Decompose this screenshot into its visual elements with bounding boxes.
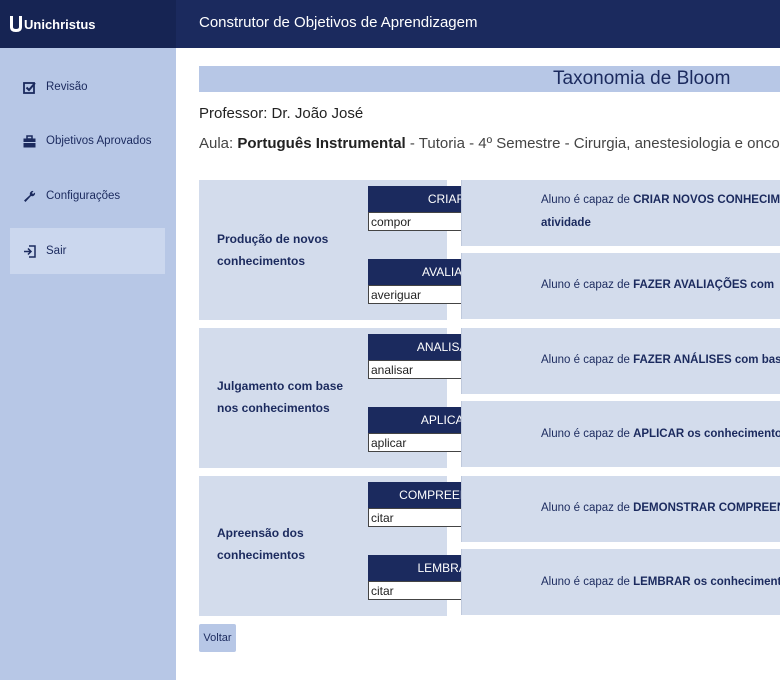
aula-info: Aula: Português Instrumental - Tutoria -… [199, 135, 780, 152]
objective-highlight: FAZER AVALIAÇÕES com [633, 279, 775, 291]
objective-card: Aluno é capaz de APLICAR os conhecimento [461, 401, 780, 467]
objective-prefix: Aluno é capaz de [541, 428, 634, 440]
sidebar-item-label: Sair [46, 245, 67, 257]
aula-details: - Tutoria - 4º Semestre - Cirurgia, anes… [405, 135, 780, 152]
sidebar-item-label: Configurações [46, 190, 121, 202]
verb-select-value: analisar [371, 362, 414, 377]
objective-highlight: LEMBRAR os conheciment [633, 576, 780, 588]
verb-select-value: citar [371, 510, 394, 525]
professor-info: Professor: Dr. João José [199, 105, 364, 122]
wrench-icon [22, 189, 36, 203]
group-label-line: Julgamento com base [217, 379, 344, 393]
aula-subject: Português Instrumental [237, 135, 406, 152]
sidebar-item-objetivos-aprovados[interactable]: Objetivos Aprovados [10, 118, 165, 164]
group-label-line: nos conhecimentos [217, 401, 330, 415]
briefcase-icon [22, 134, 36, 148]
verb-select-value: compor [371, 214, 412, 229]
objective-highlight: DEMONSTRAR COMPREEN [633, 502, 780, 514]
logo-icon [10, 16, 22, 32]
objective-card: Aluno é capaz de CRIAR NOVOS CONHECIM at… [461, 180, 780, 246]
sidebar-item-sair[interactable]: Sair [10, 228, 165, 274]
group-label: Julgamento com base nos conhecimentos [217, 375, 347, 419]
page-title: Taxonomia de Bloom [553, 68, 731, 89]
logout-icon [22, 244, 36, 258]
group-label-line: Produção de novos [217, 232, 329, 246]
objective-text: Aluno é capaz de CRIAR NOVOS CONHECIM [541, 188, 780, 212]
objective-card: Aluno é capaz de FAZER AVALIAÇÕES com [461, 253, 780, 319]
group-label-line: conhecimentos [217, 254, 306, 268]
objective-text: Aluno é capaz de FAZER AVALIAÇÕES com [541, 273, 774, 297]
objective-prefix: Aluno é capaz de [541, 279, 634, 291]
app-title: Construtor de Objetivos de Aprendizagem [199, 14, 478, 31]
objective-highlight: CRIAR NOVOS CONHECIM [633, 194, 780, 206]
objective-text: Aluno é capaz de FAZER ANÁLISES com bas [541, 348, 780, 372]
objective-prefix: Aluno é capaz de [541, 354, 634, 366]
objective-card: Aluno é capaz de FAZER ANÁLISES com bas [461, 328, 780, 394]
logo[interactable]: Unichristus [0, 0, 176, 48]
verb-select-value: aplicar [371, 435, 407, 450]
objective-highlight: APLICAR os conhecimento [633, 428, 780, 440]
back-button[interactable]: Voltar [199, 624, 236, 652]
sidebar-item-label: Objetivos Aprovados [46, 135, 152, 147]
group-label: Produção de novos conhecimentos [217, 228, 347, 272]
objective-card: Aluno é capaz de DEMONSTRAR COMPREEN [461, 476, 780, 542]
group-label: Apreensão dos conhecimentos [217, 522, 347, 566]
check-square-icon [22, 80, 36, 94]
objective-prefix: Aluno é capaz de [541, 194, 634, 206]
objective-highlight: FAZER ANÁLISES com bas [633, 354, 780, 366]
sidebar-item-label: Revisão [46, 81, 88, 93]
group-label-line: conhecimentos [217, 548, 306, 562]
sidebar-item-configuracoes[interactable]: Configurações [10, 173, 165, 219]
group-label-line: Apreensão dos [217, 526, 304, 540]
objective-text: Aluno é capaz de DEMONSTRAR COMPREEN [541, 496, 780, 520]
aula-prefix: Aula: [199, 135, 238, 152]
objective-text-line2: atividade [541, 217, 591, 229]
objective-card: Aluno é capaz de LEMBRAR os conheciment [461, 549, 780, 615]
page-banner: Taxonomia de Bloom [199, 66, 780, 92]
objective-text: Aluno é capaz de LEMBRAR os conheciment [541, 570, 780, 594]
verb-select-value: averiguar [371, 287, 422, 302]
sidebar-item-revisao[interactable]: Revisão [10, 64, 165, 110]
objective-prefix: Aluno é capaz de [541, 502, 634, 514]
verb-select-value: citar [371, 583, 394, 598]
objective-text: Aluno é capaz de APLICAR os conhecimento [541, 422, 780, 446]
objective-prefix: Aluno é capaz de [541, 576, 634, 588]
logo-text: Unichristus [24, 16, 96, 32]
